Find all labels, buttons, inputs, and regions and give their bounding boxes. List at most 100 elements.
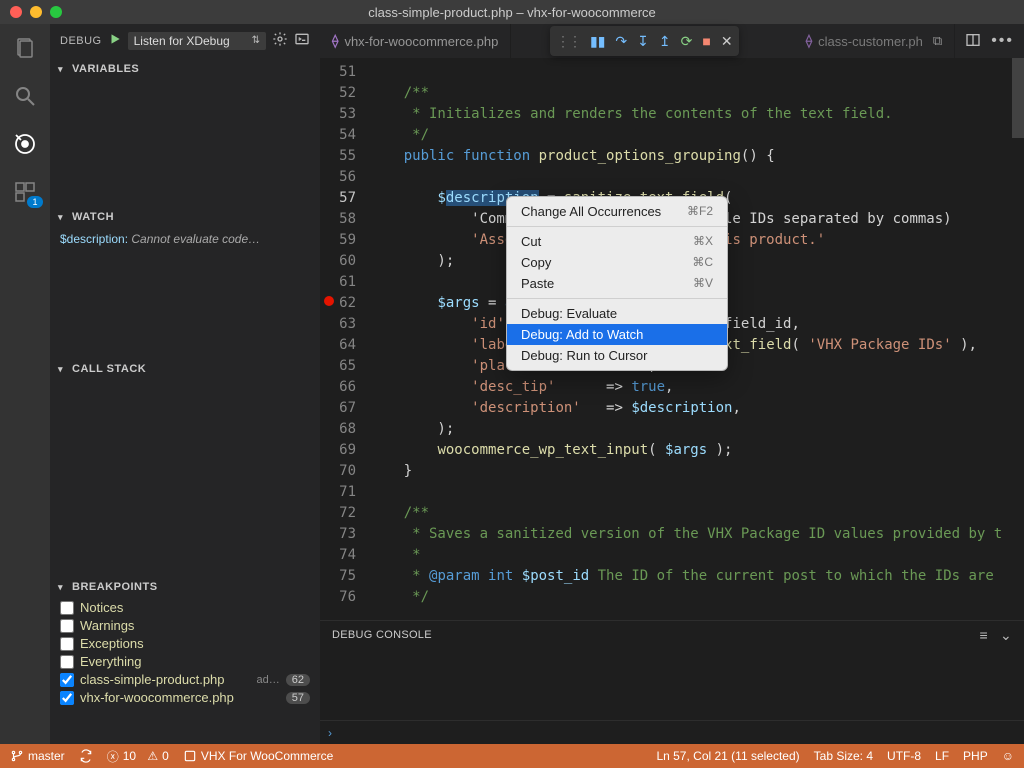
eol[interactable]: LF bbox=[935, 749, 949, 763]
watch-error: Cannot evaluate code… bbox=[131, 232, 260, 246]
extensions-badge: 1 bbox=[27, 196, 42, 208]
cursor-position[interactable]: Ln 57, Col 21 (11 selected) bbox=[656, 749, 799, 763]
watch-expression[interactable]: $description: bbox=[60, 232, 128, 246]
watch-section-header[interactable]: ▾ WATCH bbox=[50, 206, 320, 228]
breakpoint-file[interactable]: class-simple-product.phpad…62 bbox=[60, 672, 310, 687]
maximize-window-button[interactable] bbox=[50, 6, 62, 18]
menu-separator bbox=[507, 298, 727, 299]
activity-bar: 1 bbox=[0, 24, 50, 744]
step-out-button[interactable]: ↥ bbox=[659, 33, 671, 50]
breakpoint-category[interactable]: Warnings bbox=[60, 618, 310, 633]
context-menu-item[interactable]: Copy⌘C bbox=[507, 252, 727, 273]
callstack-section-header[interactable]: ▾ CALL STACK bbox=[50, 358, 320, 380]
context-menu-item[interactable]: Paste⌘V bbox=[507, 273, 727, 294]
breakpoints-section-header[interactable]: ▾ BREAKPOINTS bbox=[50, 576, 320, 598]
breakpoint-checkbox[interactable] bbox=[60, 655, 74, 669]
minimize-window-button[interactable] bbox=[30, 6, 42, 18]
language-mode[interactable]: PHP bbox=[963, 749, 988, 763]
status-bar: master ⓧ10 ⚠0 VHX For WooCommerce Ln 57,… bbox=[0, 744, 1024, 768]
git-branch[interactable]: master bbox=[10, 749, 65, 763]
context-menu-item[interactable]: Debug: Add to Watch bbox=[507, 324, 727, 345]
breakpoint-file[interactable]: vhx-for-woocommerce.php 57 bbox=[60, 690, 310, 705]
stop-button[interactable]: ■ bbox=[702, 33, 710, 49]
restart-button[interactable]: ⟳ bbox=[681, 33, 693, 50]
callstack-body bbox=[50, 380, 320, 576]
panel-title: DEBUG CONSOLE bbox=[332, 629, 432, 641]
chevron-down-icon: ▾ bbox=[58, 64, 66, 75]
breakpoint-line-badge: 57 bbox=[286, 692, 310, 704]
chevron-right-icon: › bbox=[328, 726, 332, 740]
breakpoint-checkbox[interactable] bbox=[60, 619, 74, 633]
line-gutter: 5152535455565758596061626364656667686970… bbox=[320, 58, 370, 620]
breakpoint-category[interactable]: Notices bbox=[60, 600, 310, 615]
x-count: 10 bbox=[123, 749, 136, 763]
close-window-button[interactable] bbox=[10, 6, 22, 18]
debug-console-input[interactable]: › bbox=[320, 720, 1024, 744]
pause-button[interactable]: ▮▮ bbox=[590, 33, 605, 50]
encoding[interactable]: UTF-8 bbox=[887, 749, 921, 763]
more-icon[interactable]: ••• bbox=[991, 32, 1014, 50]
context-menu-item[interactable]: Cut⌘X bbox=[507, 231, 727, 252]
tab-size[interactable]: Tab Size: 4 bbox=[814, 749, 873, 763]
explorer-icon[interactable] bbox=[11, 34, 39, 62]
git-sync[interactable] bbox=[79, 749, 93, 763]
debug-config-select[interactable]: Listen for XDebug ⇅ bbox=[128, 32, 266, 50]
variables-section-header[interactable]: ▾ VARIABLES bbox=[50, 58, 320, 80]
breakpoint-checkbox[interactable] bbox=[60, 637, 74, 651]
breakpoint-line-badge: 62 bbox=[286, 674, 310, 686]
extensions-icon[interactable]: 1 bbox=[11, 178, 39, 206]
drag-handle-icon[interactable]: ⋮⋮ bbox=[556, 33, 580, 50]
chevron-down-icon: ▾ bbox=[58, 364, 66, 375]
search-icon[interactable] bbox=[11, 82, 39, 110]
context-menu[interactable]: Change All Occurrences⌘F2 Cut⌘XCopy⌘CPast… bbox=[506, 196, 728, 371]
debug-icon[interactable] bbox=[11, 130, 39, 158]
breakpoint-glyph[interactable] bbox=[324, 296, 334, 306]
breakpoint-file-extra: ad… bbox=[257, 674, 280, 686]
breakpoints-label: BREAKPOINTS bbox=[72, 581, 158, 593]
window-controls bbox=[10, 6, 62, 18]
breakpoint-checkbox[interactable] bbox=[60, 601, 74, 615]
scrollbar-thumb[interactable] bbox=[1012, 58, 1024, 138]
panel-collapse-icon[interactable]: ⌄ bbox=[1000, 627, 1012, 644]
close-toolbar-button[interactable]: ✕ bbox=[721, 33, 733, 50]
context-menu-item[interactable]: Debug: Evaluate bbox=[507, 303, 727, 324]
variables-label: VARIABLES bbox=[72, 63, 139, 75]
gear-icon[interactable] bbox=[272, 31, 288, 50]
editor-tab[interactable]: ⟠ vhx-for-woocommerce.php bbox=[320, 24, 511, 58]
menu-separator bbox=[507, 226, 727, 227]
tab-label: vhx-for-woocommerce.php bbox=[344, 34, 498, 49]
start-debug-button[interactable] bbox=[108, 32, 122, 49]
split-editor-icon[interactable] bbox=[965, 32, 981, 51]
context-menu-item[interactable]: Debug: Run to Cursor bbox=[507, 345, 727, 366]
debug-sidebar: DEBUG Listen for XDebug ⇅ ▾ VARIABLES ▾ … bbox=[50, 24, 320, 744]
debug-label: DEBUG bbox=[60, 35, 102, 47]
breakpoint-file-label: vhx-for-woocommerce.php bbox=[80, 690, 274, 705]
debug-floating-toolbar[interactable]: ⋮⋮ ▮▮ ↷ ↧ ↥ ⟳ ■ ✕ bbox=[550, 26, 739, 56]
problems-status[interactable]: ⓧ10 ⚠0 bbox=[107, 748, 169, 765]
context-menu-item[interactable]: Change All Occurrences⌘F2 bbox=[507, 201, 727, 222]
debug-console-icon[interactable] bbox=[294, 31, 310, 50]
debug-toolbar-row: DEBUG Listen for XDebug ⇅ bbox=[50, 24, 320, 58]
chevron-down-icon: ▾ bbox=[58, 582, 66, 593]
panel-settings-icon[interactable]: ≡ bbox=[979, 627, 987, 644]
watch-body: $description: Cannot evaluate code… bbox=[50, 228, 320, 358]
breakpoint-label: Everything bbox=[80, 654, 310, 669]
editor-tab[interactable]: ⟠ class-customer.ph ⧉ bbox=[794, 24, 956, 58]
php-file-icon: ⟠ bbox=[806, 33, 812, 49]
breakpoint-checkbox[interactable] bbox=[60, 673, 74, 687]
breakpoint-checkbox[interactable] bbox=[60, 691, 74, 705]
php-file-icon: ⟠ bbox=[332, 33, 338, 49]
feedback-icon[interactable]: ☺ bbox=[1002, 749, 1014, 763]
step-into-button[interactable]: ↧ bbox=[637, 33, 649, 50]
step-over-button[interactable]: ↷ bbox=[615, 33, 627, 50]
editor-group: ⟠ vhx-for-woocommerce.php ⟠ class-custom… bbox=[320, 24, 1024, 744]
titlebar: class-simple-product.php – vhx-for-wooco… bbox=[0, 0, 1024, 24]
compare-icon[interactable]: ⧉ bbox=[933, 33, 942, 49]
error-icon: ⓧ bbox=[107, 748, 119, 765]
tab-label: class-customer.ph bbox=[818, 34, 923, 49]
breakpoint-category[interactable]: Everything bbox=[60, 654, 310, 669]
breakpoint-category[interactable]: Exceptions bbox=[60, 636, 310, 651]
panel-header: DEBUG CONSOLE ≡ ⌄ bbox=[320, 621, 1024, 649]
project-status[interactable]: VHX For WooCommerce bbox=[183, 749, 333, 763]
variables-body bbox=[50, 80, 320, 206]
